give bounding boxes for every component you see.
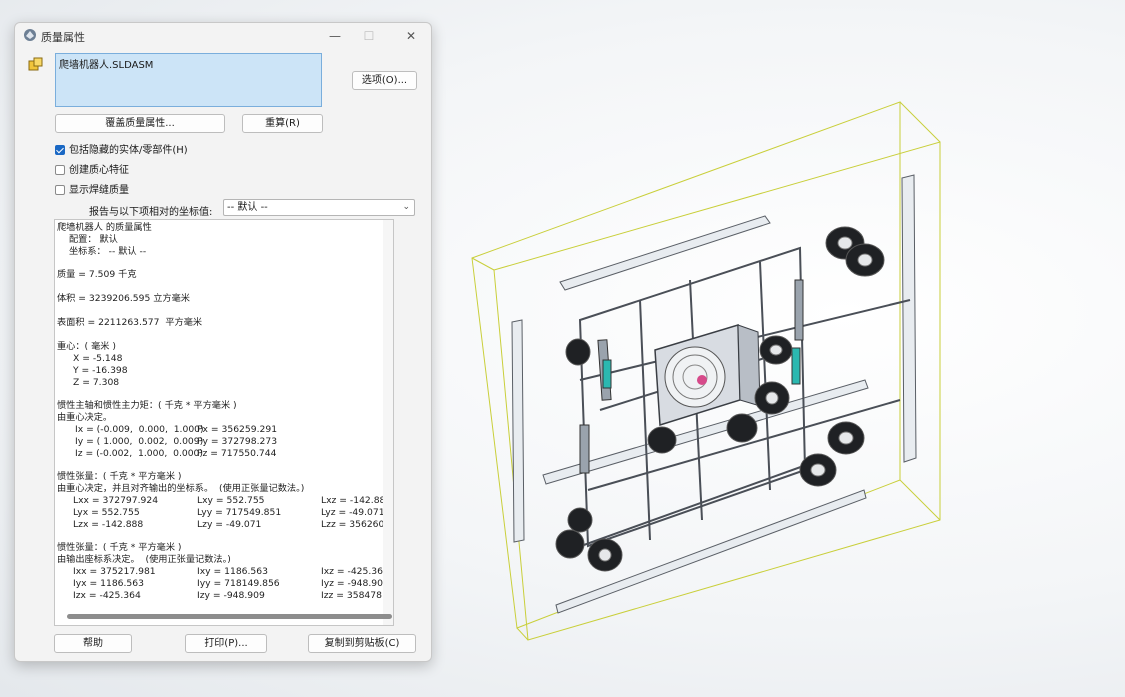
report-tensor2-title: 惯性张量：( 千克 * 平方毫米 ): [57, 542, 182, 553]
help-button[interactable]: 帮助: [54, 634, 132, 653]
include-hidden-checkbox[interactable]: 包括隐藏的实体/零部件(H): [55, 141, 188, 157]
graphics-area[interactable]: 质量属性 — ☐ ✕ 爬墙机器人.SLDASM 选项(O)... 覆盖质量属性.…: [0, 0, 1125, 697]
principal-axis: Iz = (-0.002, 1.000, 0.000): [75, 448, 203, 459]
tensor-cell: Lyy = 717549.851: [197, 507, 282, 518]
tensor-cell: Ixx = 375217.981: [73, 566, 156, 577]
robot-model-view[interactable]: [440, 80, 1125, 680]
report-tensor1-title: 惯性张量：( 千克 * 平方毫米 ): [57, 471, 182, 482]
report-principal-sub: 由重心决定。: [57, 412, 113, 423]
solidworks-icon: [24, 29, 36, 41]
tensor-cell: Iyz = -948.909: [321, 578, 389, 589]
principal-axis: Ix = (-0.009, 0.000, 1.000): [75, 424, 204, 435]
report-tensor2-sub: 由输出座标系决定。 (使用正张量记数法。): [57, 554, 231, 565]
tensor-cell: Lxz = -142.888: [321, 495, 392, 506]
tensor-cell: Lxx = 372797.924: [73, 495, 159, 506]
checkbox-icon[interactable]: [55, 185, 65, 195]
create-com-checkbox[interactable]: 创建质心特征: [55, 161, 129, 177]
fan-unit: [654, 323, 761, 426]
tensor-cell: Lxy = 552.755: [197, 495, 265, 506]
report-com-title: 重心：( 毫米 ): [57, 341, 116, 352]
tensor-cell: Iyy = 718149.856: [197, 578, 280, 589]
checkbox-icon[interactable]: [55, 165, 65, 175]
tensor-cell: Lyx = 552.755: [73, 507, 140, 518]
report-volume: 体积 = 3239206.595 立方毫米: [57, 293, 190, 304]
vertical-scrollbar[interactable]: [383, 220, 393, 625]
report-com-y: Y = -16.398: [73, 365, 128, 376]
title-bar[interactable]: 质量属性 — ☐ ✕: [15, 23, 431, 49]
tensor-cell: Iyx = 1186.563: [73, 578, 144, 589]
dialog-title: 质量属性: [41, 31, 85, 44]
recalculate-button[interactable]: 重算(R): [242, 114, 323, 133]
tensor-cell: Lzx = -142.888: [73, 519, 144, 530]
checkbox-checked-icon[interactable]: [55, 145, 65, 155]
principal-axis: Iy = ( 1.000, 0.002, 0.009): [75, 436, 204, 447]
mass-properties-report[interactable]: 爬墙机器人 的质量属性 配置： 默认 坐标系： -- 默认 -- 质量 = 7.…: [54, 219, 394, 626]
close-icon[interactable]: ✕: [397, 26, 425, 46]
report-surface-area: 表面积 = 2211263.577 平方毫米: [57, 317, 203, 328]
report-config: 配置： 默认: [69, 234, 118, 245]
report-com-z: Z = 7.308: [73, 377, 120, 388]
tensor-cell: Lzy = -49.071: [197, 519, 262, 530]
tensor-cell: Ixy = 1186.563: [197, 566, 268, 577]
tensor-cell: Ixz = -425.364: [321, 566, 389, 577]
report-tensor1-sub: 由重心决定，并且对齐输出的坐标系。 (使用正张量记数法。): [57, 483, 305, 494]
maximize-icon[interactable]: ☐: [355, 26, 383, 46]
chevron-down-icon: ⌄: [402, 202, 410, 212]
report-mass: 质量 = 7.509 千克: [57, 269, 137, 280]
copy-to-clipboard-button[interactable]: 复制到剪贴板(C): [308, 634, 416, 653]
assembly-icon: [28, 57, 43, 71]
show-weld-mass-checkbox[interactable]: 显示焊缝质量: [55, 181, 129, 197]
tensor-cell: Izy = -948.909: [197, 590, 265, 601]
mass-properties-dialog: 质量属性 — ☐ ✕ 爬墙机器人.SLDASM 选项(O)... 覆盖质量属性.…: [14, 22, 432, 662]
minimize-icon[interactable]: —: [321, 26, 349, 46]
report-coord-sys: 坐标系： -- 默认 --: [69, 246, 147, 257]
tensor-cell: Lyz = -49.071: [321, 507, 385, 518]
override-mass-button[interactable]: 覆盖质量属性...: [55, 114, 225, 133]
print-button[interactable]: 打印(P)...: [185, 634, 267, 653]
tensor-cell: Izx = -425.364: [73, 590, 141, 601]
selected-items-list[interactable]: 爬墙机器人.SLDASM: [55, 53, 322, 107]
report-header: 爬墙机器人 的质量属性: [57, 222, 152, 233]
report-principal-title: 惯性主轴和惯性主力矩：( 千克 * 平方毫米 ): [57, 400, 237, 411]
principal-moment: Px = 356259.291: [197, 424, 278, 435]
options-button[interactable]: 选项(O)...: [352, 71, 417, 90]
coord-system-label: 报告与以下项相对的坐标值:: [89, 207, 213, 218]
report-com-x: X = -5.148: [73, 353, 123, 364]
principal-moment: Pz = 717550.744: [197, 448, 277, 459]
coord-system-select[interactable]: -- 默认 -- ⌄: [223, 199, 415, 216]
principal-moment: Py = 372798.273: [197, 436, 278, 447]
horizontal-scrollbar[interactable]: [67, 614, 392, 619]
